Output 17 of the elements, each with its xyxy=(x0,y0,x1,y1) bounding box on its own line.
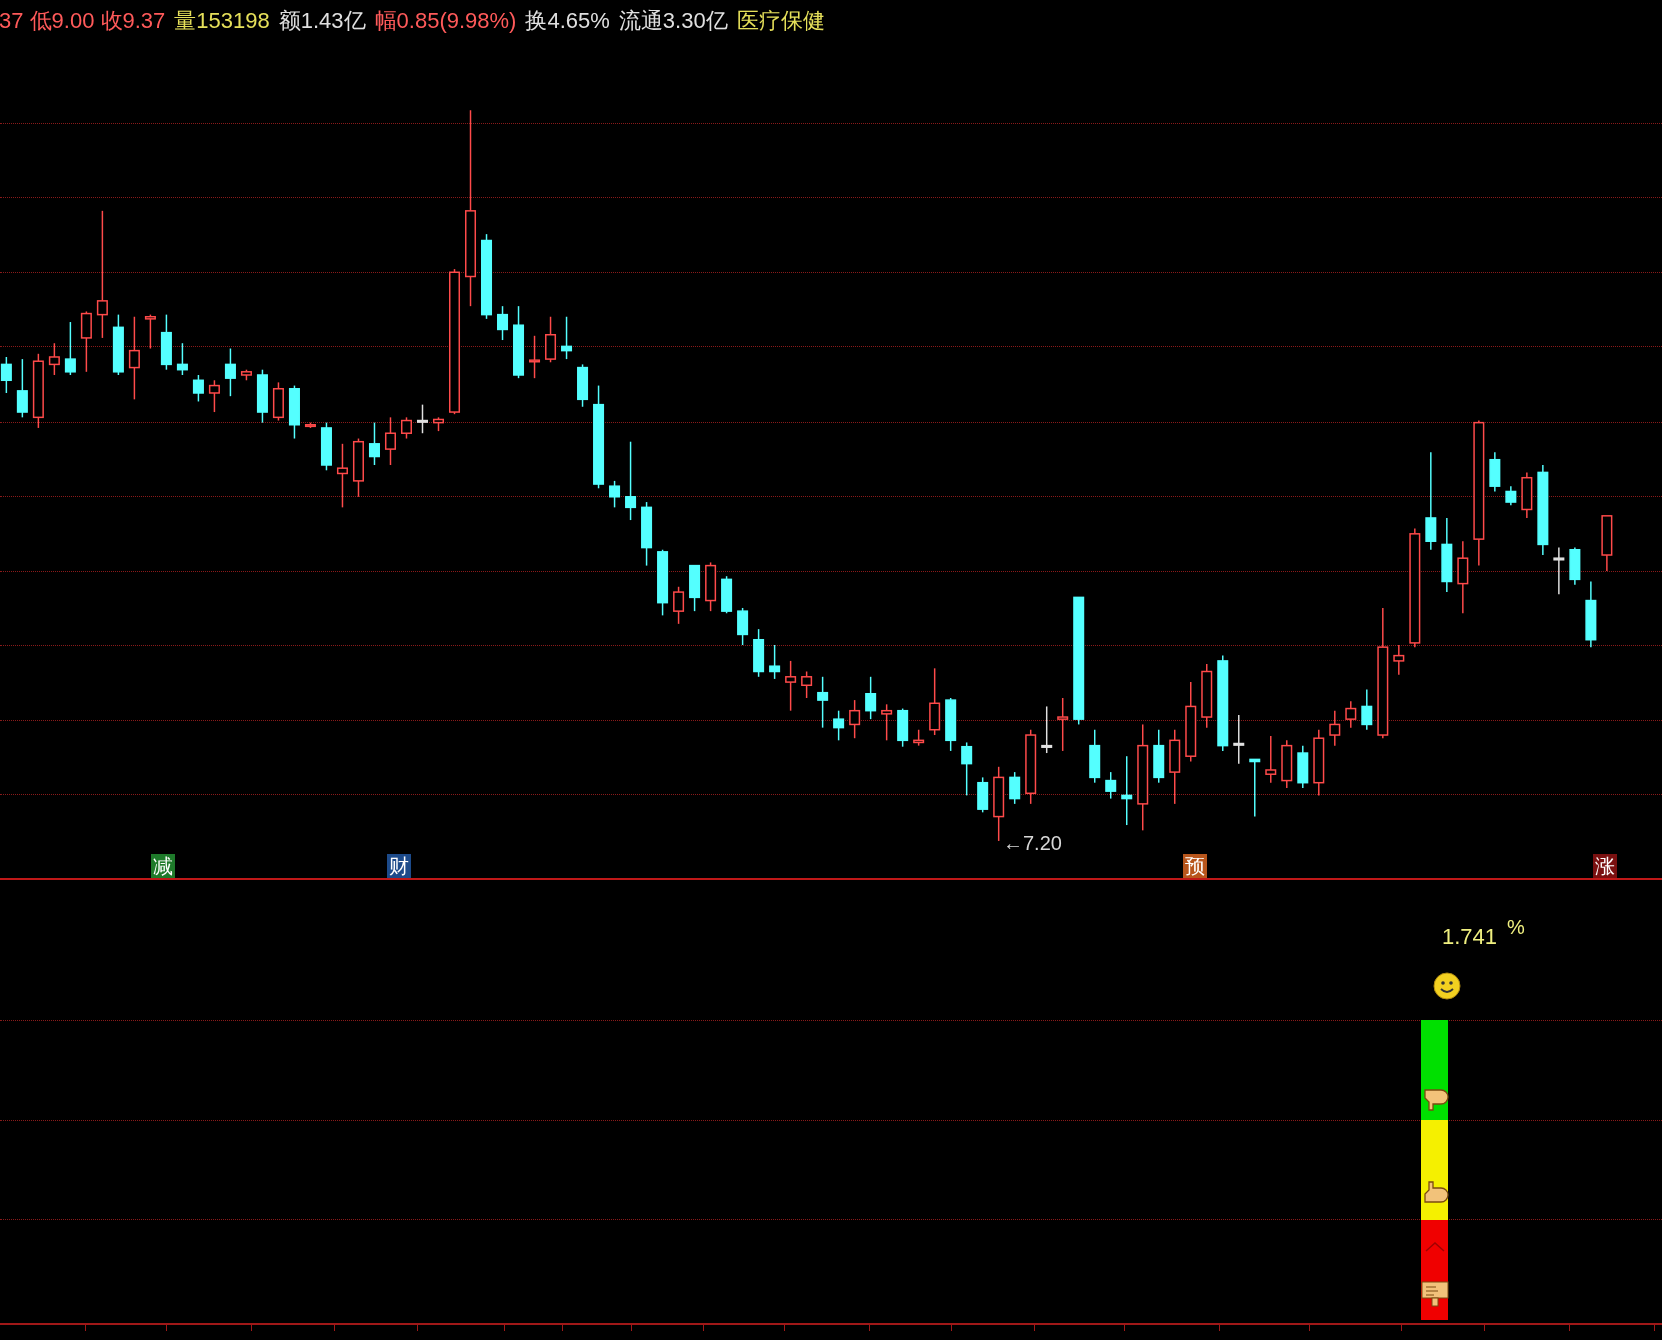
caret-icon xyxy=(1425,1242,1445,1252)
quote-field: 幅0.85(9.98%) xyxy=(374,8,517,34)
event-marker: 减 xyxy=(151,854,176,878)
quote-field: 换4.65% xyxy=(525,8,610,34)
quote-field: 37 低9.00 收9.37 xyxy=(0,8,166,34)
sign-icon xyxy=(1421,1278,1449,1308)
indicator-value: 1.741 xyxy=(1442,924,1498,950)
quote-field: 量153198 xyxy=(174,8,270,34)
smiley-icon xyxy=(1433,972,1461,1000)
event-marker: 涨 xyxy=(1592,854,1617,878)
event-marker: 财 xyxy=(386,854,411,878)
event-marker: 预 xyxy=(1182,854,1207,878)
percent-sign: % xyxy=(1507,916,1525,938)
quote-field: 医疗保健 xyxy=(736,8,825,34)
low-price-label: ←7.20 xyxy=(1003,832,1062,854)
quote-field: 额1.43亿 xyxy=(278,8,366,34)
quote-field: 流通3.30亿 xyxy=(618,8,728,34)
